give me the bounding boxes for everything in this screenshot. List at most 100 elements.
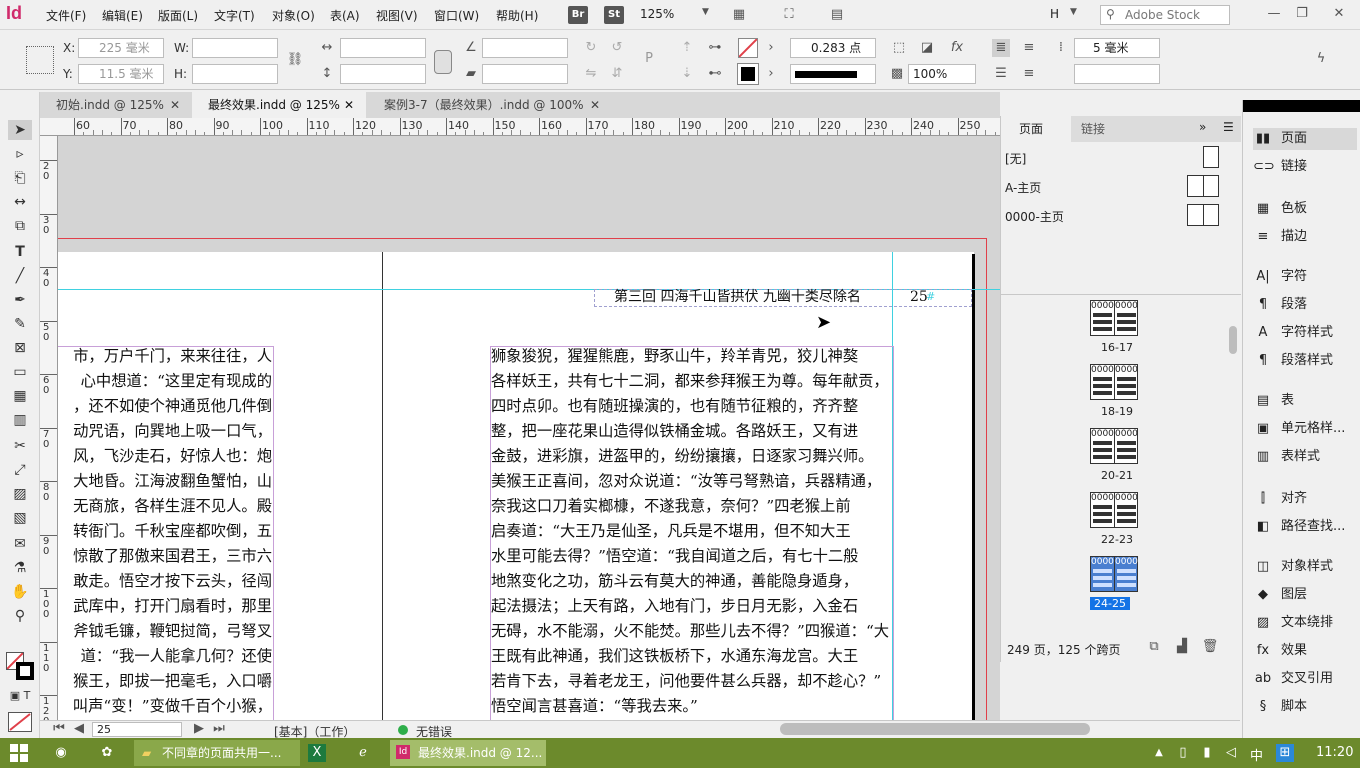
- tab-initial[interactable]: 初始.indd @ 125% ✕: [40, 92, 188, 118]
- vertical-ruler[interactable]: 20 30 40 50 60 70 80 90 100 110 120: [40, 136, 58, 720]
- align-center-icon[interactable]: ≡: [1020, 39, 1038, 57]
- x-field[interactable]: 225 毫米: [78, 38, 164, 58]
- select-next-icon[interactable]: ⊷: [706, 65, 724, 83]
- spread-label[interactable]: 18-19: [1097, 405, 1137, 418]
- view-options-icon[interactable]: ▦: [730, 6, 748, 24]
- dock-item-character-styles[interactable]: A 字符样式: [1253, 322, 1357, 344]
- master-a[interactable]: A-主页: [1005, 179, 1041, 196]
- rotate-ccw-icon[interactable]: ↺: [608, 39, 626, 57]
- dock-item-table-styles[interactable]: ▥ 表样式: [1253, 446, 1357, 468]
- pen-tool-icon[interactable]: ✒: [8, 290, 32, 310]
- dock-item-character[interactable]: A| 字符: [1253, 266, 1357, 288]
- expand-icon[interactable]: »: [1199, 120, 1206, 134]
- line-tool-icon[interactable]: ╱: [8, 266, 32, 286]
- hand-tool-icon[interactable]: ✋: [8, 582, 32, 602]
- dock-item-layers[interactable]: ◆ 图层: [1253, 584, 1357, 606]
- dock-item-text-wrap[interactable]: ▨ 文本绕排: [1253, 612, 1357, 634]
- arrange-documents-icon[interactable]: ▤: [828, 6, 846, 24]
- dock-item-cross-reference[interactable]: ab 交叉引用: [1253, 668, 1357, 690]
- apply-none-icon[interactable]: [8, 712, 32, 732]
- select-content-icon[interactable]: ⇣: [678, 65, 696, 83]
- horizontal-scrollbar[interactable]: [780, 723, 1090, 735]
- page-tool-icon[interactable]: ⎗: [8, 168, 32, 188]
- horizontal-grid-tool-icon[interactable]: ▦: [8, 386, 32, 406]
- quick-apply-icon[interactable]: ϟ: [1312, 50, 1330, 68]
- dock-item-paragraph-styles[interactable]: ¶ 段落样式: [1253, 350, 1357, 372]
- close-icon[interactable]: ✕: [344, 92, 354, 118]
- gap-tool-icon[interactable]: ↔: [8, 192, 32, 212]
- workspace-select[interactable]: H ▼: [1050, 7, 1084, 21]
- dock-item-cell-styles[interactable]: ▣ 单元格样...: [1253, 418, 1357, 440]
- flip-vertical-icon[interactable]: ⇵: [608, 65, 626, 83]
- screen-mode-icon[interactable]: ⛶: [780, 6, 798, 24]
- spread-thumbnail[interactable]: 0000 0000: [1090, 492, 1138, 528]
- spread-label[interactable]: 22-23: [1097, 533, 1137, 546]
- tab-final[interactable]: 最终效果.indd @ 125% ✕: [192, 92, 366, 118]
- dock-item-pathfinder[interactable]: ◧ 路径查找...: [1253, 516, 1357, 538]
- horizontal-ruler[interactable]: 60 70 80 90 100 110 120 130 140 150 160 170 180 190 20…: [40, 118, 1000, 136]
- scale-x-field[interactable]: [340, 38, 426, 58]
- rectangle-frame-tool-icon[interactable]: ⊠: [8, 338, 32, 358]
- vertical-grid-tool-icon[interactable]: ▥: [8, 410, 32, 430]
- tab-links[interactable]: 链接: [1081, 116, 1105, 142]
- taskbar-explorer[interactable]: ▰ 不同章的页面共用一...: [134, 740, 300, 766]
- select-previous-icon[interactable]: ⊶: [706, 39, 724, 57]
- opacity-field[interactable]: 100%: [908, 64, 976, 84]
- menu-object[interactable]: 对象(O): [272, 7, 315, 24]
- pencil-tool-icon[interactable]: ✎: [8, 314, 32, 334]
- stroke-swatch[interactable]: [737, 63, 759, 85]
- stroke-menu-icon[interactable]: ›: [762, 65, 780, 83]
- master-none-thumb[interactable]: [1203, 146, 1219, 168]
- spread-label[interactable]: 24-25: [1090, 597, 1130, 610]
- shadow-icon[interactable]: ◪: [918, 39, 936, 57]
- flip-horizontal-icon[interactable]: ⇋: [582, 65, 600, 83]
- master-0000[interactable]: 0000-主页: [1005, 208, 1064, 225]
- page-size-icon[interactable]: ⧉: [1145, 638, 1163, 656]
- dock-item-swatches[interactable]: ▦ 色板: [1253, 198, 1357, 220]
- menu-view[interactable]: 视图(V): [376, 7, 418, 24]
- menu-type[interactable]: 文字(T): [214, 7, 255, 24]
- shear-field[interactable]: [482, 64, 568, 84]
- stroke-box[interactable]: [16, 662, 34, 680]
- language-icon[interactable]: ⊞: [1276, 744, 1294, 762]
- selection-tool-icon[interactable]: ➤: [8, 120, 32, 140]
- free-transform-tool-icon[interactable]: ⤢: [8, 460, 32, 480]
- network-icon[interactable]: ▯: [1174, 744, 1192, 762]
- spread-label[interactable]: 16-17: [1097, 341, 1137, 354]
- restore-icon[interactable]: ❐: [1293, 5, 1311, 23]
- stroke-type-select[interactable]: [790, 64, 876, 84]
- excel-icon[interactable]: X: [308, 744, 326, 762]
- reference-point-icon[interactable]: [26, 46, 54, 74]
- ime-indicator[interactable]: 中: [1250, 745, 1263, 764]
- scissors-tool-icon[interactable]: ✂: [8, 436, 32, 456]
- width-field[interactable]: [192, 38, 278, 58]
- rotation-field[interactable]: [482, 38, 568, 58]
- rectangle-tool-icon[interactable]: ▭: [8, 362, 32, 382]
- next-page-icon[interactable]: ▶: [190, 721, 208, 737]
- tray-up-icon[interactable]: ▲: [1150, 744, 1168, 762]
- new-page-icon[interactable]: ▟: [1173, 638, 1191, 656]
- formatting-affects-text-icon[interactable]: ▣ T: [8, 686, 32, 706]
- height-field[interactable]: [192, 64, 278, 84]
- left-column-text[interactable]: 市，万户千门，来来往往，人 心中想道：“这里定有现成的 ，还不如使个神通觅他几件倒动…: [58, 344, 274, 720]
- rotate-cw-icon[interactable]: ↻: [582, 39, 600, 57]
- master-0000-thumb[interactable]: [1187, 204, 1219, 226]
- delete-page-icon[interactable]: 🗑: [1201, 638, 1219, 656]
- volume-icon[interactable]: ◁: [1222, 744, 1240, 762]
- text-path-icon[interactable]: P: [640, 50, 658, 68]
- ie-icon[interactable]: ℯ: [354, 744, 372, 762]
- dock-item-scripts[interactable]: § 脚本: [1253, 696, 1357, 718]
- panel-menu-icon[interactable]: ☰: [1223, 120, 1234, 134]
- adobe-stock-search[interactable]: ⚲ Adobe Stock: [1100, 5, 1230, 25]
- gap-field[interactable]: 5 毫米: [1074, 38, 1160, 58]
- dock-item-links[interactable]: ⊂⊃ 链接: [1253, 156, 1357, 178]
- direct-selection-tool-icon[interactable]: ▹: [8, 144, 32, 164]
- dock-item-paragraph[interactable]: ¶ 段落: [1253, 294, 1357, 316]
- note-tool-icon[interactable]: ✉: [8, 534, 32, 554]
- align-justify-icon[interactable]: ☰: [992, 65, 1010, 83]
- stock-button[interactable]: St: [604, 6, 624, 24]
- document-canvas[interactable]: 第三回 四海千山皆拱伏 九幽十类尽除名 25 # 市，万户千门，来来往往，人 心中…: [58, 136, 1000, 720]
- eyedropper-tool-icon[interactable]: ⚗: [8, 558, 32, 578]
- dock-item-effects[interactable]: fx 效果: [1253, 640, 1357, 662]
- taskbar-indesign[interactable]: Id 最终效果.indd @ 12...: [390, 740, 546, 766]
